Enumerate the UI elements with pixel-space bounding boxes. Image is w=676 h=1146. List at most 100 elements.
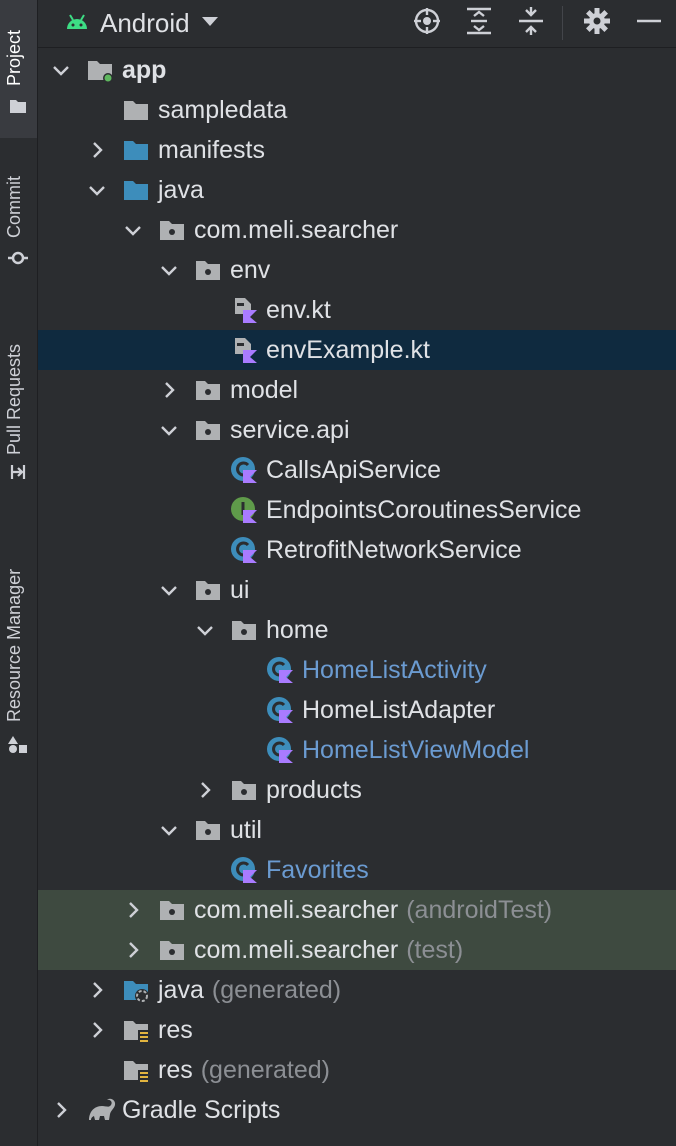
kotlin-class-icon bbox=[230, 856, 258, 884]
package-icon bbox=[194, 816, 222, 844]
tree-node-text: env.kt bbox=[266, 296, 331, 324]
tree-node-label: envExample.kt bbox=[266, 336, 430, 364]
tree-node[interactable]: RetrofitNetworkService bbox=[38, 530, 676, 570]
gear-icon bbox=[583, 7, 611, 40]
gradle-icon bbox=[86, 1096, 118, 1124]
tree-node[interactable]: ui bbox=[38, 570, 676, 610]
tree-node-label: env.kt bbox=[266, 296, 331, 324]
chevron-right-icon[interactable] bbox=[86, 979, 108, 1001]
chevron-down-icon[interactable] bbox=[122, 219, 144, 241]
tree-node[interactable]: Favorites bbox=[38, 850, 676, 890]
tree-node[interactable]: res (generated) bbox=[38, 1050, 676, 1090]
tree-node-label: HomeListActivity bbox=[302, 656, 487, 684]
tree-node[interactable]: res bbox=[38, 1010, 676, 1050]
tree-node-label: model bbox=[230, 376, 299, 404]
chevron-down-icon[interactable] bbox=[158, 579, 180, 601]
pull-request-icon bbox=[8, 462, 28, 482]
chevron-down-icon[interactable] bbox=[158, 819, 180, 841]
tree-node-label: Gradle Scripts bbox=[122, 1096, 281, 1124]
tree-node-text: res (generated) bbox=[158, 1056, 330, 1084]
hide-icon bbox=[636, 7, 662, 40]
view-selector[interactable]: Android bbox=[64, 6, 220, 40]
hide-panel-button[interactable] bbox=[634, 8, 664, 38]
tree-node[interactable]: sampledata bbox=[38, 90, 676, 130]
tree-node[interactable]: env.kt bbox=[38, 290, 676, 330]
tree-node[interactable]: env bbox=[38, 250, 676, 290]
chevron-right-icon[interactable] bbox=[122, 899, 144, 921]
tree-node[interactable]: model bbox=[38, 370, 676, 410]
chevron-down-icon[interactable] bbox=[158, 419, 180, 441]
tab-resource-manager-label: Resource Manager bbox=[4, 568, 24, 722]
chevron-right-icon[interactable] bbox=[86, 1019, 108, 1041]
chevron-right-icon[interactable] bbox=[86, 139, 108, 161]
tree-node[interactable]: home bbox=[38, 610, 676, 650]
commit-icon bbox=[8, 248, 28, 268]
tree-node-text: ui bbox=[230, 576, 249, 604]
tree-node-suffix: (androidTest) bbox=[406, 896, 553, 924]
chevron-down-icon[interactable] bbox=[86, 179, 108, 201]
tree-node-text: HomeListViewModel bbox=[302, 736, 529, 764]
tree-node-text: CallsApiService bbox=[266, 456, 441, 484]
tree-node-text: HomeListActivity bbox=[302, 656, 487, 684]
tree-node[interactable]: com.meli.searcher (test) bbox=[38, 930, 676, 970]
tab-resource-manager[interactable]: Resource Manager bbox=[0, 530, 37, 770]
package-icon bbox=[158, 936, 186, 964]
package-icon bbox=[194, 256, 222, 284]
toolbar-divider bbox=[562, 6, 563, 40]
tree-node[interactable]: HomeListAdapter bbox=[38, 690, 676, 730]
tree-node[interactable]: java (generated) bbox=[38, 970, 676, 1010]
tree-node[interactable]: products bbox=[38, 770, 676, 810]
tree-node-label: products bbox=[266, 776, 362, 804]
tree-node-label: home bbox=[266, 616, 329, 644]
package-icon bbox=[194, 376, 222, 404]
tree-node[interactable]: com.meli.searcher bbox=[38, 210, 676, 250]
collapse-all-button[interactable] bbox=[516, 6, 546, 40]
tab-pull-requests[interactable]: Pull Requests bbox=[0, 310, 37, 490]
tree-node-label: sampledata bbox=[158, 96, 288, 124]
tab-commit-label: Commit bbox=[4, 176, 24, 238]
tree-node[interactable]: com.meli.searcher (androidTest) bbox=[38, 890, 676, 930]
tab-commit[interactable]: Commit bbox=[0, 150, 37, 275]
kotlin-file-icon bbox=[230, 336, 258, 364]
tree-node-label: service.api bbox=[230, 416, 350, 444]
tree-node-label: app bbox=[122, 56, 167, 84]
folder-icon bbox=[8, 96, 28, 116]
tree-node-text: util bbox=[230, 816, 262, 844]
tab-project[interactable]: Project bbox=[0, 0, 37, 138]
tree-node[interactable]: java bbox=[38, 170, 676, 210]
tree-node[interactable]: envExample.kt bbox=[38, 330, 676, 370]
tree-node-text: env bbox=[230, 256, 270, 284]
tree-node-text: res bbox=[158, 1016, 193, 1044]
settings-button[interactable] bbox=[582, 7, 612, 40]
generated-folder-icon bbox=[122, 976, 150, 1004]
chevron-down-icon[interactable] bbox=[158, 259, 180, 281]
tree-node[interactable]: manifests bbox=[38, 130, 676, 170]
package-icon bbox=[230, 616, 258, 644]
tree-node[interactable]: HomeListActivity bbox=[38, 650, 676, 690]
tree-node[interactable]: Gradle Scripts bbox=[38, 1090, 676, 1130]
locate-button[interactable] bbox=[412, 7, 442, 38]
tree-node[interactable]: app bbox=[38, 50, 676, 90]
expand-all-button[interactable] bbox=[464, 7, 494, 40]
collapse-all-icon bbox=[518, 6, 544, 40]
chevron-down-icon[interactable] bbox=[194, 619, 216, 641]
folder-blue-icon bbox=[122, 136, 150, 164]
tree-node-label: RetrofitNetworkService bbox=[266, 536, 522, 564]
chevron-down-icon[interactable] bbox=[50, 59, 72, 81]
chevron-right-icon[interactable] bbox=[158, 379, 180, 401]
chevron-right-icon[interactable] bbox=[50, 1099, 72, 1121]
chevron-right-icon[interactable] bbox=[122, 939, 144, 961]
tree-node[interactable]: EndpointsCoroutinesService bbox=[38, 490, 676, 530]
package-icon bbox=[194, 416, 222, 444]
tree-node-label: EndpointsCoroutinesService bbox=[266, 496, 582, 524]
module-icon bbox=[86, 56, 114, 84]
tree-node[interactable]: util bbox=[38, 810, 676, 850]
expand-all-icon bbox=[466, 7, 492, 40]
tree-node[interactable]: service.api bbox=[38, 410, 676, 450]
kotlin-class-icon bbox=[266, 736, 294, 764]
kotlin-interface-icon bbox=[230, 496, 258, 524]
chevron-right-icon[interactable] bbox=[194, 779, 216, 801]
tree-node-text: model bbox=[230, 376, 298, 404]
tree-node[interactable]: HomeListViewModel bbox=[38, 730, 676, 770]
tree-node[interactable]: CallsApiService bbox=[38, 450, 676, 490]
